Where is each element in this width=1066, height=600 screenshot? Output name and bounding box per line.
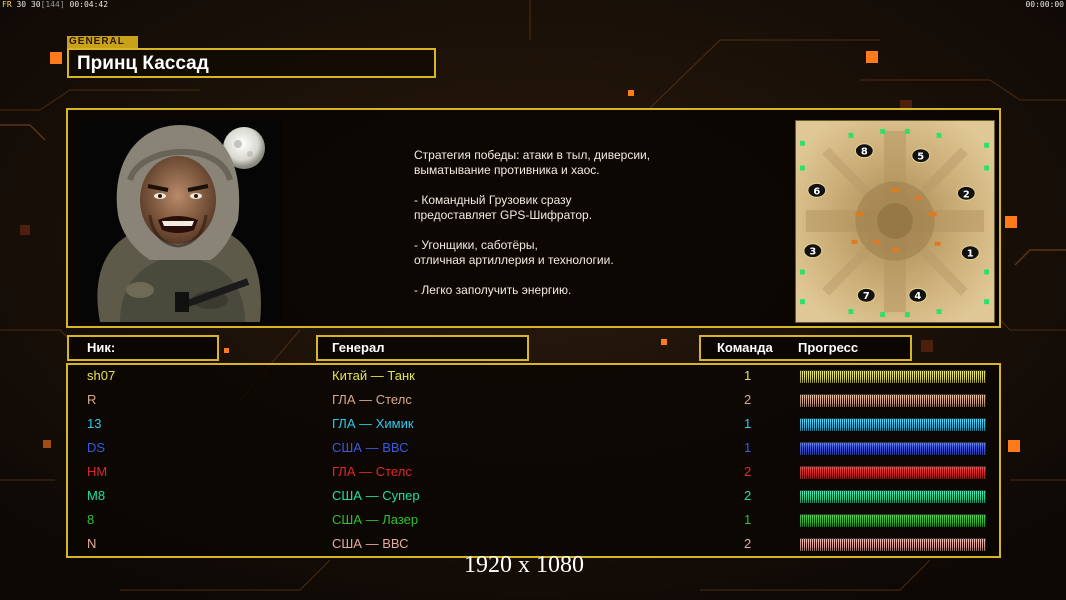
player-progress-fill (800, 395, 986, 407)
player-general: Китай — Танк (332, 368, 415, 383)
player-nick: HM (87, 464, 108, 479)
player-general: ГЛА — Стелс (332, 392, 412, 407)
fps-target: 30 (30, 0, 41, 9)
column-header-progress: Прогресс (798, 340, 859, 355)
column-header-general: Генерал (316, 335, 529, 361)
start-position-6: 6 (813, 186, 820, 197)
player-team: 2 (744, 536, 752, 551)
player-nick: M8 (87, 488, 106, 503)
general-portrait (80, 120, 282, 322)
player-progress-fill (800, 467, 986, 479)
fps-value: 30 (16, 0, 27, 9)
player-progress-fill (800, 539, 986, 551)
clock-display: 00:00:00 (1025, 0, 1064, 9)
player-progress-fill (800, 491, 986, 503)
player-team: 2 (744, 392, 752, 407)
player-general: США — ВВС (332, 440, 409, 455)
player-team: 1 (744, 416, 752, 431)
player-nick: 8 (87, 512, 95, 527)
start-position-1: 1 (967, 249, 974, 260)
player-team: 1 (744, 512, 752, 527)
player-progress-bar (800, 394, 986, 407)
player-row: DS США — ВВС 1 (68, 438, 999, 462)
player-general: США — Лазер (332, 512, 419, 527)
player-progress-fill (800, 371, 986, 383)
player-progress-bar (800, 442, 986, 455)
player-row: sh07 Китай — Танк 1 (68, 366, 999, 390)
player-team: 1 (744, 368, 752, 383)
player-progress-bar (800, 418, 986, 431)
strategy-line: - Легко заполучить энергию. (414, 283, 572, 297)
player-nick: N (87, 536, 97, 551)
player-nick: R (87, 392, 97, 407)
minimap-image: 8 5 6 2 3 1 7 4 (796, 121, 994, 322)
general-info-panel: Стратегия победы: атаки в тыл, диверсии,… (66, 108, 1001, 328)
general-tag: GENERAL (67, 36, 138, 48)
start-position-7: 7 (863, 291, 870, 302)
player-nick: sh07 (87, 368, 116, 383)
player-general: США — ВВС (332, 536, 409, 551)
player-progress-fill (800, 515, 986, 527)
strategy-line: - Командный Грузовик сразу предоставляет… (414, 193, 593, 222)
player-nick: 13 (87, 416, 102, 431)
player-progress-bar (800, 538, 986, 551)
player-progress-bar (800, 490, 986, 503)
player-row: HM ГЛА — Стелс 2 (68, 462, 999, 486)
player-general: ГЛА — Стелс (332, 464, 412, 479)
fps-label: FR (2, 0, 12, 9)
start-position-4: 4 (914, 291, 921, 302)
elapsed-time: 00:04:42 (69, 0, 109, 9)
fps-counter: FR 30 30[144] 00:04:42 (2, 0, 108, 9)
strategy-line: Стратегия победы: атаки в тыл, диверсии,… (414, 148, 651, 177)
player-progress-bar (800, 514, 986, 527)
general-name: Принц Кассад (77, 53, 209, 74)
start-position-2: 2 (963, 189, 970, 200)
start-position-5: 5 (917, 152, 924, 163)
strategy-line: - Угонщики, саботёры, отличная артиллери… (414, 238, 614, 267)
player-progress-fill (800, 443, 986, 455)
player-nick: DS (87, 440, 106, 455)
start-position-8: 8 (861, 147, 868, 158)
player-progress-bar (800, 370, 986, 383)
player-progress-fill (800, 419, 986, 431)
start-position-3: 3 (809, 247, 816, 258)
player-row: R ГЛА — Стелс 2 (68, 390, 999, 414)
strategy-description: Стратегия победы: атаки в тыл, диверсии,… (414, 148, 744, 313)
column-header-team: Команда (717, 340, 773, 355)
player-general: ГЛА — Химик (332, 416, 414, 431)
player-team: 2 (744, 464, 752, 479)
map-preview: 8 5 6 2 3 1 7 4 (795, 120, 995, 323)
player-row: 8 США — Лазер 1 (68, 510, 999, 534)
frame-count: [144] (40, 0, 65, 9)
player-row: 13 ГЛА — Химик 1 (68, 414, 999, 438)
column-header-nick: Ник: (67, 335, 219, 361)
general-title-box: Принц Кассад (67, 48, 436, 78)
players-list: sh07 Китай — Танк 1 R ГЛА — Стелс 2 13 Г… (66, 363, 1001, 558)
player-general: США — Супер (332, 488, 420, 503)
player-team: 1 (744, 440, 752, 455)
player-team: 2 (744, 488, 752, 503)
resolution-label: 1920 x 1080 (464, 552, 584, 578)
portrait-image (80, 120, 282, 322)
player-progress-bar (800, 466, 986, 479)
player-row: M8 США — Супер 2 (68, 486, 999, 510)
column-header-team-progress: Команда Прогресс (699, 335, 912, 361)
